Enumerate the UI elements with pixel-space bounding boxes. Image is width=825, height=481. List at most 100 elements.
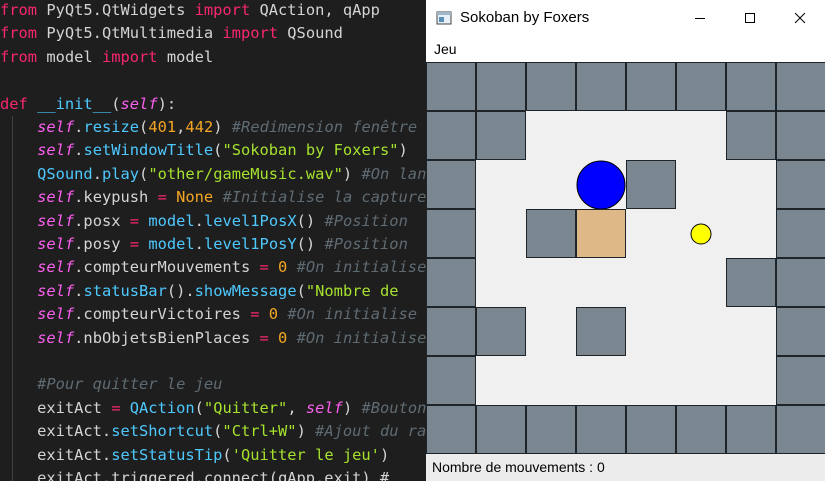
wall-tile — [476, 111, 526, 160]
code-token: .posx — [74, 211, 130, 230]
wall-tile — [776, 209, 825, 258]
wall-tile — [476, 307, 526, 356]
title-bar[interactable]: Sokoban by Foxers — [426, 0, 825, 36]
minimize-button[interactable] — [675, 0, 725, 36]
wall-tile — [726, 111, 776, 160]
code-token: 0 — [278, 328, 288, 347]
menu-bar: Jeu — [426, 36, 825, 62]
code-line: from model import model — [0, 45, 213, 69]
code-line: exitAct.triggered.connect(qApp.exit) # — [0, 466, 389, 481]
code-token: "Quitter" — [203, 398, 288, 417]
code-line: from PyQt5.QtWidgets import QAction, qAp… — [0, 0, 380, 22]
wall-tile — [526, 209, 576, 258]
code-token: = — [259, 258, 269, 277]
code-line: from PyQt5.QtMultimedia import QSound — [0, 21, 343, 45]
code-token: . — [194, 235, 204, 253]
wall-tile — [776, 62, 825, 111]
code-token: model — [148, 235, 195, 253]
code-token: setWindowTitle — [83, 141, 214, 160]
code-token: 442 — [185, 118, 214, 136]
wall-tile — [726, 405, 776, 454]
code-token: play — [101, 164, 140, 183]
wall-tile — [526, 405, 576, 454]
code-line: def __init__(self): — [0, 92, 176, 116]
sokoban-window: Sokoban by Foxers Jeu Nombre de mouvemen… — [426, 0, 825, 481]
wall-tile — [626, 62, 676, 111]
code-token: QSound — [37, 164, 93, 183]
maximize-button[interactable] — [725, 0, 775, 36]
wall-tile — [476, 62, 526, 111]
wall-tile — [476, 405, 526, 454]
code-token: ( — [222, 445, 232, 464]
app-window-icon — [436, 11, 452, 25]
code-token: #Bouton — [361, 398, 427, 417]
code-token: showMessage — [194, 281, 297, 300]
code-token: self — [120, 94, 158, 113]
code-token: self — [37, 258, 75, 277]
code-token: QAction — [129, 398, 195, 417]
code-token: __init__ — [37, 94, 112, 113]
code-token: "Nombre de — [305, 281, 399, 300]
code-line: QSound.play("other/gameMusic.wav") #On l… — [0, 162, 426, 186]
code-token: resize — [83, 118, 140, 136]
code-token: 401 — [148, 118, 177, 136]
wall-tile — [526, 62, 576, 111]
wall-tile — [776, 258, 825, 307]
code-token: = — [129, 235, 140, 253]
code-token: self — [37, 235, 75, 253]
code-token: self — [37, 305, 75, 324]
code-token: , — [287, 398, 306, 417]
code-token: import — [194, 1, 251, 19]
code-token: .compteurMouvements — [74, 258, 260, 277]
wall-tile — [776, 111, 825, 160]
code-token: def — [0, 94, 28, 113]
code-token: statusBar — [83, 281, 167, 300]
wall-tile — [626, 160, 676, 209]
code-token: self — [37, 188, 75, 207]
code-token: setStatusTip — [111, 445, 223, 464]
wall-tile — [726, 62, 776, 111]
code-token: = — [259, 328, 269, 347]
code-line: self.keypush = None #Initialise la captu… — [0, 185, 426, 209]
code-token: ( — [296, 281, 306, 300]
wall-tile — [576, 307, 626, 356]
menu-jeu[interactable]: Jeu — [432, 36, 459, 62]
wall-tile — [426, 258, 476, 307]
game-board[interactable] — [426, 62, 825, 454]
code-line: exitAct.setShortcut("Ctrl+W") #Ajout du … — [0, 419, 426, 443]
code-line: exitAct = QAction("Quitter", self) #Bout… — [0, 396, 426, 420]
code-token: #On lance la musique — [361, 164, 426, 183]
close-icon — [794, 12, 806, 24]
close-button[interactable] — [775, 0, 825, 36]
wall-tile — [426, 209, 476, 258]
code-token: model — [148, 211, 195, 230]
code-token: exitAct. — [0, 445, 112, 464]
code-token: from — [0, 1, 38, 19]
wall-tile — [726, 258, 776, 307]
code-token: model — [157, 47, 214, 66]
maximize-icon — [745, 13, 755, 23]
code-token: ) — [342, 398, 362, 417]
code-token: #On initialise — [296, 328, 426, 347]
crate-tile — [576, 209, 626, 258]
code-token: ) — [398, 141, 408, 160]
code-line: self.setWindowTitle("Sokoban by Foxers") — [0, 138, 408, 162]
code-line: #Pour quitter le jeu — [0, 372, 222, 396]
code-line: exitAct.setStatusTip('Quitter le jeu') — [0, 443, 389, 467]
code-token: self — [305, 398, 343, 417]
wall-tile — [426, 160, 476, 209]
code-token: #On initialise — [296, 258, 426, 277]
code-token: self — [37, 118, 75, 136]
wall-tile — [426, 307, 476, 356]
code-line: self.nbObjetsBienPlaces = 0 #On initiali… — [0, 326, 426, 350]
code-token: #Ajout du raccourci — [315, 422, 426, 441]
wall-tile — [776, 307, 825, 356]
code-token: self — [37, 281, 75, 300]
code-token: import — [101, 47, 158, 66]
code-editor[interactable]: from PyQt5.QtWidgets import QAction, qAp… — [0, 0, 426, 481]
